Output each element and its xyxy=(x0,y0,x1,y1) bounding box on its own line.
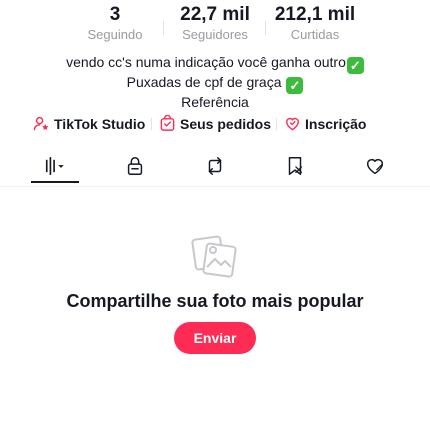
tiktok-studio-link[interactable]: TikTok Studio xyxy=(33,114,145,134)
likes-stat[interactable]: 212,1 mil Curtidas xyxy=(270,4,360,43)
followers-stat[interactable]: 22,7 mil Seguidores xyxy=(172,4,258,43)
check-icon: ✓ xyxy=(346,57,364,74)
lock-icon xyxy=(127,157,143,175)
empty-state-title: Compartilhe sua foto mais popular xyxy=(66,291,364,311)
check-icon: ✓ xyxy=(286,77,304,94)
profile-tabs xyxy=(0,148,430,187)
tab-private[interactable] xyxy=(110,148,160,184)
likes-label: Curtidas xyxy=(290,27,340,42)
profile-links: TikTok Studio Seus pedidos Inscrição xyxy=(0,114,430,134)
bio-line-2: Puxadas de cpf de graça ✓ xyxy=(0,74,430,94)
tab-reposts[interactable] xyxy=(190,148,240,184)
stat-divider xyxy=(265,21,266,35)
subscription-label: Inscrição xyxy=(305,116,367,132)
tab-favorites[interactable] xyxy=(270,148,320,184)
profile-stats: 3 Seguindo 22,7 mil Seguidores 212,1 mil… xyxy=(0,4,430,46)
grid-icon xyxy=(45,156,64,176)
send-button[interactable]: Enviar xyxy=(174,322,256,354)
link-separator xyxy=(151,118,152,130)
studio-icon xyxy=(33,116,49,131)
bio-line-1: vendo cc's numa indicação você ganha out… xyxy=(0,54,430,74)
followers-label: Seguidores xyxy=(182,27,248,42)
following-count: 3 xyxy=(109,4,121,25)
orders-label: Seus pedidos xyxy=(180,116,272,132)
subscription-icon xyxy=(286,117,299,131)
following-stat[interactable]: 3 Seguindo xyxy=(80,4,150,43)
tiktok-studio-label: TikTok Studio xyxy=(54,116,146,132)
following-label: Seguindo xyxy=(87,27,143,42)
tab-liked[interactable] xyxy=(350,148,400,184)
orders-icon xyxy=(160,115,175,131)
bio-line-2-text: Puxadas de cpf de graça xyxy=(126,74,282,90)
bio-line-1-text: vendo cc's numa indicação você ganha out… xyxy=(66,54,346,70)
profile-bio: vendo cc's numa indicação você ganha out… xyxy=(0,54,430,111)
tab-videos[interactable] xyxy=(30,148,80,184)
subscription-link[interactable]: Inscrição xyxy=(284,114,366,134)
link-separator xyxy=(276,118,277,130)
bookmark-icon xyxy=(288,157,303,175)
active-tab-indicator xyxy=(31,181,79,183)
likes-count: 212,1 mil xyxy=(274,4,356,25)
followers-count: 22,7 mil xyxy=(180,4,250,25)
photo-stack-icon xyxy=(191,235,237,278)
repost-icon xyxy=(208,157,222,175)
heart-icon xyxy=(366,158,384,175)
orders-link[interactable]: Seus pedidos xyxy=(159,114,271,134)
bio-line-3: Referência xyxy=(181,94,249,110)
stat-divider xyxy=(163,21,164,35)
